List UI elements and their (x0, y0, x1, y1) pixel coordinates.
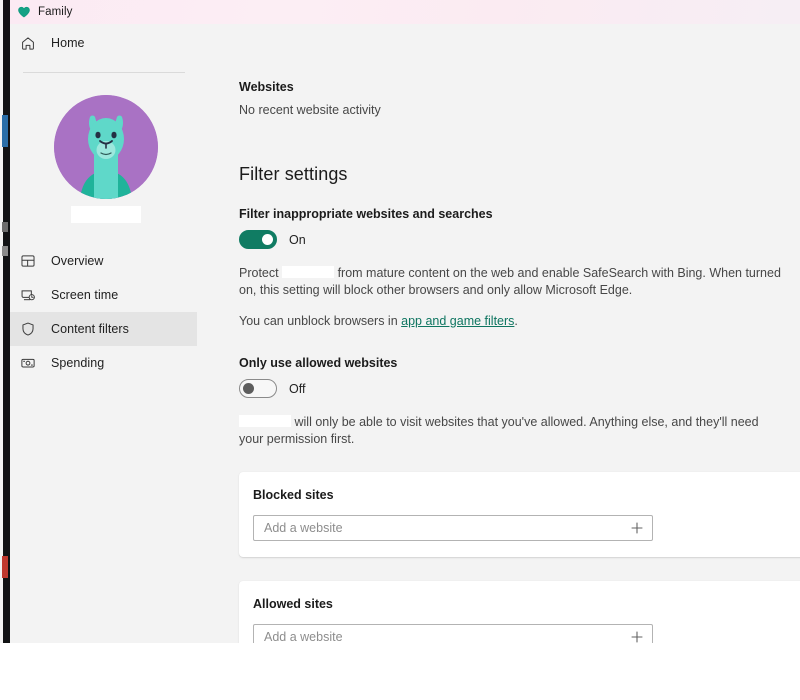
toggle-state-label: On (289, 233, 306, 247)
edge-accent-blue (2, 115, 8, 147)
websites-heading: Websites (239, 24, 800, 94)
filter-inappropriate-toggle[interactable] (239, 230, 277, 249)
setting-title: Only use allowed websites (239, 356, 800, 370)
edge-accent-gray-1 (2, 222, 8, 232)
only-allowed-websites-toggle[interactable] (239, 379, 277, 398)
edge-cap (0, 0, 3, 643)
sidebar-nav-list: Overview Screen time (7, 244, 197, 380)
llama-avatar-icon (54, 95, 158, 199)
toggle-knob (262, 234, 273, 245)
sidebar-item-content-filters-label: Content filters (51, 322, 129, 336)
allowed-sites-add-row (253, 624, 653, 643)
websites-status: No recent website activity (239, 103, 800, 117)
allowed-sites-title: Allowed sites (253, 597, 800, 611)
child-name-redacted (282, 266, 334, 278)
sidebar-item-spending[interactable]: Spending (7, 346, 197, 380)
toggle-state-label: Off (289, 382, 305, 396)
sidebar-item-screen-time[interactable]: Screen time (7, 278, 197, 312)
edge-accent-red (2, 556, 8, 578)
sidebar-item-screen-time-label: Screen time (51, 288, 118, 302)
dashboard-icon (19, 252, 37, 270)
description-suffix: will only be able to visit websites that… (239, 415, 759, 446)
sidebar-item-home[interactable]: Home (7, 26, 197, 60)
blocked-sites-add-button[interactable] (622, 516, 652, 540)
money-icon (19, 354, 37, 372)
allowed-sites-card: Allowed sites (239, 581, 800, 643)
setting-description: will only be able to visit websites that… (239, 414, 784, 448)
window-title: Family (38, 6, 72, 18)
setting-secondary-description: You can unblock browsers in app and game… (239, 313, 784, 330)
heart-icon (17, 5, 31, 19)
app-and-game-filters-link[interactable]: app and game filters (401, 314, 514, 328)
plus-icon (630, 630, 644, 643)
toggle-row: Off (239, 379, 800, 398)
sidebar-item-spending-label: Spending (51, 356, 104, 370)
background-window-edge (0, 0, 10, 643)
setting-filter-inappropriate: Filter inappropriate websites and search… (239, 207, 800, 330)
avatar[interactable] (54, 95, 158, 199)
secondary-suffix: . (514, 314, 517, 328)
profile-name-redacted (71, 206, 141, 223)
profile-block (7, 87, 197, 242)
shield-icon (19, 320, 37, 338)
screen-time-icon (19, 286, 37, 304)
secondary-prefix: You can unblock browsers in (239, 314, 401, 328)
sidebar-item-content-filters[interactable]: Content filters (7, 312, 197, 346)
description-prefix: Protect (239, 266, 279, 280)
toggle-knob (243, 383, 254, 394)
plus-icon (630, 521, 644, 535)
child-name-redacted (239, 415, 291, 427)
window-body: Home (7, 24, 800, 643)
blocked-sites-add-row (253, 515, 653, 541)
blocked-sites-title: Blocked sites (253, 488, 800, 502)
setting-only-allowed-websites: Only use allowed websites Off will only … (239, 356, 800, 448)
sidebar: Home (7, 24, 197, 643)
family-app-window: Family Home (7, 0, 800, 643)
title-bar: Family (7, 0, 800, 24)
blocked-sites-input[interactable] (254, 516, 622, 540)
allowed-sites-add-button[interactable] (622, 625, 652, 643)
sidebar-item-overview[interactable]: Overview (7, 244, 197, 278)
setting-title: Filter inappropriate websites and search… (239, 207, 800, 221)
blocked-sites-card: Blocked sites (239, 472, 800, 557)
edge-accent-gray-2 (2, 246, 8, 256)
home-icon (19, 34, 37, 52)
filter-settings-heading: Filter settings (239, 164, 800, 185)
allowed-sites-input[interactable] (254, 625, 622, 643)
toggle-row: On (239, 230, 800, 249)
content-area: Websites No recent website activity Filt… (197, 24, 800, 643)
sidebar-item-overview-label: Overview (51, 254, 104, 268)
sidebar-divider (23, 72, 185, 73)
setting-description: Protect from mature content on the web a… (239, 265, 784, 299)
sidebar-item-home-label: Home (51, 36, 85, 50)
